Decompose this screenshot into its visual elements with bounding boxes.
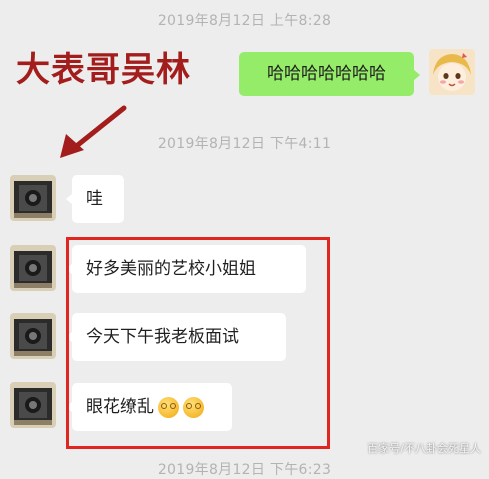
friend-avatar[interactable] [10,313,56,359]
message-bubble-self[interactable]: 哈哈哈哈哈哈哈 [239,52,420,96]
timestamp: 2019年8月12日 上午8:28 [157,13,332,29]
friend-avatar[interactable] [10,382,56,428]
avatar-image [429,49,475,95]
annotation-label: 大表哥吴林 [16,50,191,90]
friend-avatar[interactable] [10,245,56,291]
watermark: 百家号/不八卦会死星人 [367,442,481,455]
avatar-image [10,175,56,221]
self-avatar[interactable] [429,49,475,95]
friend-avatar[interactable] [10,175,56,221]
timestamp: 2019年8月12日 下午4:11 [157,136,332,152]
avatar-image [10,382,56,428]
message-text: 哇 [86,189,103,209]
message-bubble-friend[interactable]: 哇 [66,175,124,223]
avatar-image [10,245,56,291]
message-text: 哈哈哈哈哈哈哈 [267,64,386,84]
avatar-image [10,313,56,359]
highlight-box [66,237,330,449]
timestamp: 2019年8月12日 下午6:23 [157,462,332,478]
